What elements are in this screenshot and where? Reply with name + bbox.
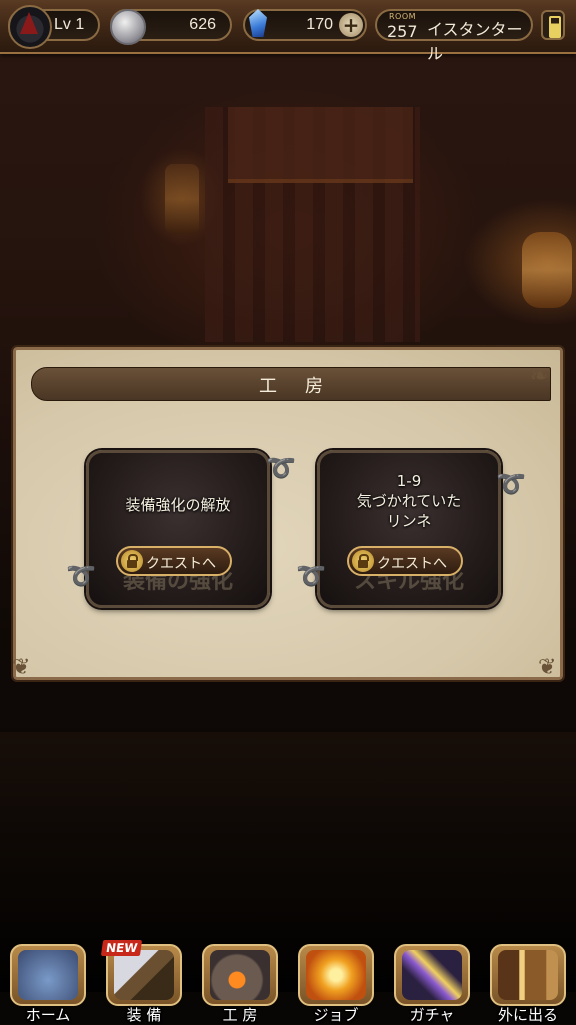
lock-icon bbox=[121, 550, 143, 572]
location-name: イスタンタール bbox=[427, 20, 523, 63]
nav-label: 外に出る bbox=[497, 1006, 558, 1024]
new-badge: NEW bbox=[100, 940, 143, 956]
swirl-ornament-icon: ➰ bbox=[496, 470, 526, 498]
coin-counter: 626 bbox=[110, 9, 232, 45]
nav-frame bbox=[490, 944, 566, 1006]
nav-label: 装 備 bbox=[126, 1006, 162, 1024]
gem-counter: 170 + bbox=[243, 9, 367, 41]
room-number: 257 bbox=[387, 22, 418, 41]
bottom-navigation: ホーム NEW 装 備 工 房 ジョブ ガチャ 外に出る bbox=[0, 936, 576, 1024]
level-text: Lv 1 bbox=[54, 16, 85, 33]
forge-icon bbox=[210, 950, 270, 1000]
panel-title: 工房 bbox=[259, 376, 351, 397]
battery-icon bbox=[541, 10, 565, 40]
corner-ornament-icon: ❦ bbox=[538, 655, 557, 680]
room-label: ROOM bbox=[389, 12, 417, 21]
quest-button-label: クエストへ bbox=[146, 556, 216, 572]
card-title: 装備強化の解放 bbox=[125, 496, 231, 514]
leaf-ornament-icon: ❧ bbox=[530, 364, 549, 389]
nav-label: ガチャ bbox=[409, 1006, 455, 1024]
nav-go-outside[interactable]: 外に出る bbox=[486, 940, 570, 1024]
add-gems-button[interactable]: + bbox=[339, 13, 363, 37]
nav-label: 工 房 bbox=[222, 1006, 258, 1024]
nav-label: ホーム bbox=[25, 1006, 71, 1024]
card-art: 装備の強化 bbox=[89, 453, 267, 605]
card-title: 1-9 気づかれていた リンネ bbox=[356, 472, 462, 530]
nav-workshop[interactable]: 工 房 bbox=[198, 940, 282, 1024]
gacha-wand-icon bbox=[402, 950, 462, 1000]
gem-value: 170 bbox=[306, 16, 333, 33]
panel-header: 工房 bbox=[31, 367, 551, 401]
banner-decoration bbox=[228, 107, 413, 183]
corner-ornament-icon: ❦ bbox=[12, 655, 31, 680]
sword-icon bbox=[114, 950, 174, 1000]
exit-door-icon bbox=[498, 950, 558, 1000]
job-gem-icon bbox=[306, 950, 366, 1000]
status-bar: Lv 1 626 170 + ROOM 257 イスタンタール bbox=[0, 0, 576, 63]
nav-frame bbox=[394, 944, 470, 1006]
lock-icon bbox=[352, 550, 374, 572]
witch-hat-icon bbox=[8, 5, 52, 49]
home-tower-icon bbox=[18, 950, 78, 1000]
room-info: ROOM 257 イスタンタール bbox=[375, 9, 533, 63]
go-to-quest-button[interactable]: クエストへ bbox=[347, 546, 463, 576]
go-to-quest-button[interactable]: クエストへ bbox=[116, 546, 232, 576]
player-level[interactable]: Lv 1 bbox=[8, 5, 100, 49]
nav-frame bbox=[10, 944, 86, 1006]
nav-gacha[interactable]: ガチャ bbox=[390, 940, 474, 1024]
nav-equipment[interactable]: NEW 装 備 bbox=[100, 940, 186, 1024]
nav-job[interactable]: ジョブ bbox=[294, 940, 378, 1024]
swirl-ornament-icon: ➰ bbox=[296, 562, 326, 590]
quest-button-label: クエストへ bbox=[377, 556, 447, 572]
nav-frame bbox=[298, 944, 374, 1006]
skill-upgrade-card: スキル強化 1-9 気づかれていた リンネ クエストへ bbox=[317, 450, 501, 608]
equipment-upgrade-card: 装備の強化 装備強化の解放 クエストへ bbox=[86, 450, 270, 608]
workshop-panel: 工房 ❦ ❦ ❧ 装備の強化 装備強化の解放 クエストへ ➰ ➰ スキル強化 1… bbox=[11, 345, 565, 682]
nav-home[interactable]: ホーム bbox=[6, 940, 90, 1024]
lamp-icon bbox=[522, 232, 572, 308]
blue-gem-icon bbox=[249, 9, 267, 37]
nav-frame bbox=[202, 944, 278, 1006]
lantern-icon bbox=[165, 164, 199, 234]
coin-value: 626 bbox=[189, 16, 216, 33]
swirl-ornament-icon: ➰ bbox=[266, 454, 296, 482]
swirl-ornament-icon: ➰ bbox=[66, 562, 96, 590]
silver-coin-icon bbox=[110, 9, 146, 45]
nav-label: ジョブ bbox=[313, 1006, 359, 1024]
